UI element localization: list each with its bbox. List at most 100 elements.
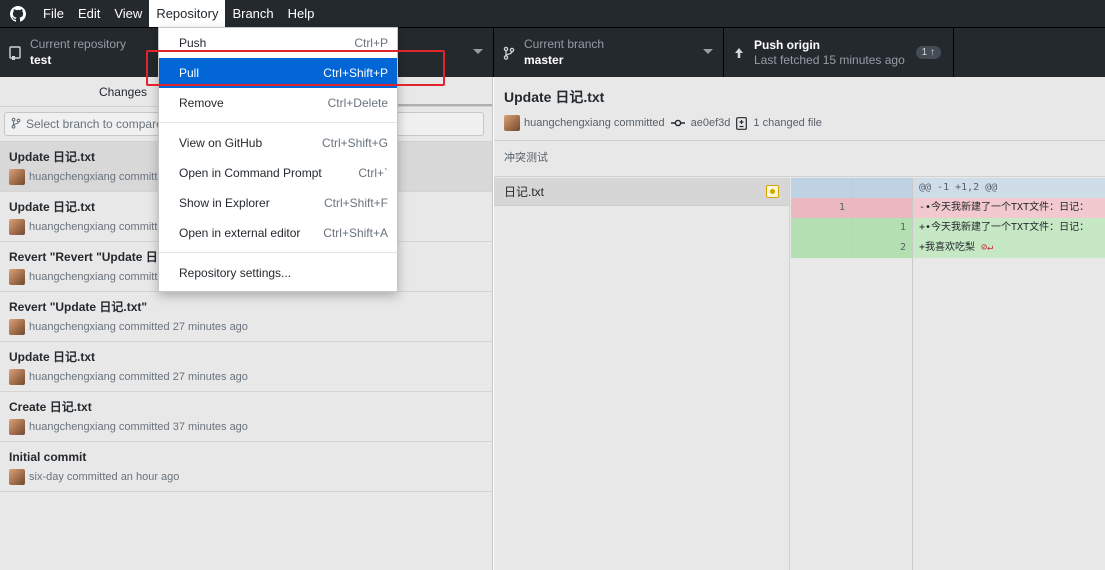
diff-code: +•今天我新建了一个TXT文件：日记： [919,222,1090,233]
menu-branch[interactable]: Branch [225,0,280,27]
commit-list-item[interactable]: Revert "Update 日记.txt" huangchengxiang c… [0,292,492,342]
file-list-item[interactable]: 日记.txt [494,178,789,206]
menu-item-label: Push [179,36,207,50]
diff-code: -•今天我新建了一个TXT文件：日记： [919,202,1090,213]
commit-icon [670,118,685,128]
branch-compare-placeholder: Select branch to compare... [26,117,173,131]
menu-item-shortcut: Ctrl+` [358,166,388,180]
push-origin-label: Push origin [754,38,820,52]
diff-added-line: 2 +我喜欢吃梨 ⊘↵ [791,238,1105,258]
commit-meta: huangchengxiang committed 27 minutes ago [29,371,248,383]
diff-deleted-line: 1 -•今天我新建了一个TXT文件：日记： [791,198,1105,218]
repo-icon [0,45,30,60]
chevron-down-icon [473,49,483,54]
old-line-number [791,238,852,258]
commit-author: huangchengxiang committed [524,117,665,129]
menu-help[interactable]: Help [281,0,322,27]
old-line-number: 1 [791,198,852,218]
menu-item-pull[interactable]: Pull Ctrl+Shift+P [159,58,397,88]
diff-code-text: +我喜欢吃梨 [919,242,976,253]
chevron-down-icon [703,49,713,54]
menu-item-label: View on GitHub [179,136,263,150]
menu-item-label: Remove [179,96,224,110]
push-count-badge: 1 ↑ [915,46,941,59]
new-line-number: 2 [852,238,913,258]
current-branch-label: Current branch [524,37,605,51]
commit-title: Revert "Update 日记.txt" [9,300,148,314]
current-repository-label: Current repository [30,37,127,51]
arrow-up-icon: ↑ [930,47,935,58]
diff-gutter [791,258,913,570]
changed-files-count: 1 changed file [753,117,822,129]
no-newline-icon: ⊘↵ [981,242,994,253]
old-line-number [791,218,852,238]
push-origin-button[interactable]: Push origin Last fetched 15 minutes ago … [724,28,954,77]
branch-icon [494,46,524,60]
commit-title: Create 日记.txt [9,400,92,414]
menu-item-shortcut: Ctrl+Shift+G [321,136,388,150]
current-branch-button[interactable]: Current branch master [494,28,724,77]
new-line-number: 1 [852,218,913,238]
commit-detail-title: Update 日记.txt [504,89,605,105]
diff-hunk-header: @@ -1 +1,2 @@ [791,178,1105,198]
diff-code: +我喜欢吃梨 ⊘↵ [913,238,1105,258]
menu-item-label: Show in Explorer [179,196,270,210]
commit-list-item[interactable]: Initial commit six-day committed an hour… [0,442,492,492]
diff-view: @@ -1 +1,2 @@ 1 -•今天我新建了一个TXT文件：日记： 1 +•… [791,178,1105,570]
menu-repository[interactable]: Repository [149,0,226,27]
file-diff-icon [736,116,748,130]
menu-item-remove[interactable]: Remove Ctrl+Delete [159,88,397,118]
menu-item-push[interactable]: Push Ctrl+P [159,28,397,58]
menubar: File Edit View Repository Branch Help [0,0,1105,27]
menu-item-label: Open in Command Prompt [179,166,322,180]
commit-meta: huangchengxiang committed 37 minutes ago [29,421,248,433]
file-modified-icon [766,185,779,198]
menu-separator [159,252,397,253]
menu-item-shortcut: Ctrl+Shift+F [323,196,388,210]
avatar [9,269,25,285]
current-branch-name: master [524,53,564,67]
commit-meta: huangchengxiang committed 27 minutes ago [29,321,248,333]
changed-file-list: 日记.txt [494,178,790,570]
arrow-up-icon [724,47,754,59]
github-logo-icon [0,0,36,27]
menu-item-label: Repository settings... [179,266,292,280]
file-name: 日记.txt [504,185,545,199]
commit-detail-panel: Update 日记.txt huangchengxiang committed … [494,77,1105,570]
menu-item-shortcut: Ctrl+Delete [327,96,388,110]
commit-title: Update 日记.txt [9,350,96,364]
menu-item-view-on-github[interactable]: View on GitHub Ctrl+Shift+G [159,128,397,158]
repository-menu: Push Ctrl+P Pull Ctrl+Shift+P Remove Ctr… [158,27,398,292]
branch-icon [11,117,21,132]
old-line-number [791,178,852,198]
menu-item-shortcut: Ctrl+Shift+A [323,226,388,240]
commit-title: Initial commit [9,450,87,464]
menu-edit[interactable]: Edit [71,0,107,27]
menu-item-repository-settings[interactable]: Repository settings... [159,258,397,288]
menu-separator [159,122,397,123]
menu-item-label: Open in external editor [179,226,301,240]
commit-meta: six-day committed an hour ago [29,471,180,483]
menu-item-open-command-prompt[interactable]: Open in Command Prompt Ctrl+` [159,158,397,188]
avatar [9,219,25,235]
menu-view[interactable]: View [107,0,149,27]
menu-item-open-external-editor[interactable]: Open in external editor Ctrl+Shift+A [159,218,397,248]
commit-message: 冲突测试 [494,141,1105,177]
diff-code: @@ -1 +1,2 @@ [919,182,998,193]
avatar [9,469,25,485]
commit-sha[interactable]: ae0ef3d [691,117,731,129]
menu-item-show-in-explorer[interactable]: Show in Explorer Ctrl+Shift+F [159,188,397,218]
current-repository-name: test [30,53,52,67]
new-line-number [852,198,913,218]
menu-file[interactable]: File [36,0,71,27]
commit-list-item[interactable]: Update 日记.txt huangchengxiang committed … [0,342,492,392]
menu-item-label: Pull [179,66,200,80]
menu-item-shortcut: Ctrl+P [354,36,388,50]
avatar [9,419,25,435]
new-line-number [852,178,913,198]
menu-item-shortcut: Ctrl+Shift+P [323,66,388,80]
avatar [9,169,25,185]
commit-list-item[interactable]: Create 日记.txt huangchengxiang committed … [0,392,492,442]
avatar [9,319,25,335]
last-fetched-text: Last fetched 15 minutes ago [754,53,905,67]
